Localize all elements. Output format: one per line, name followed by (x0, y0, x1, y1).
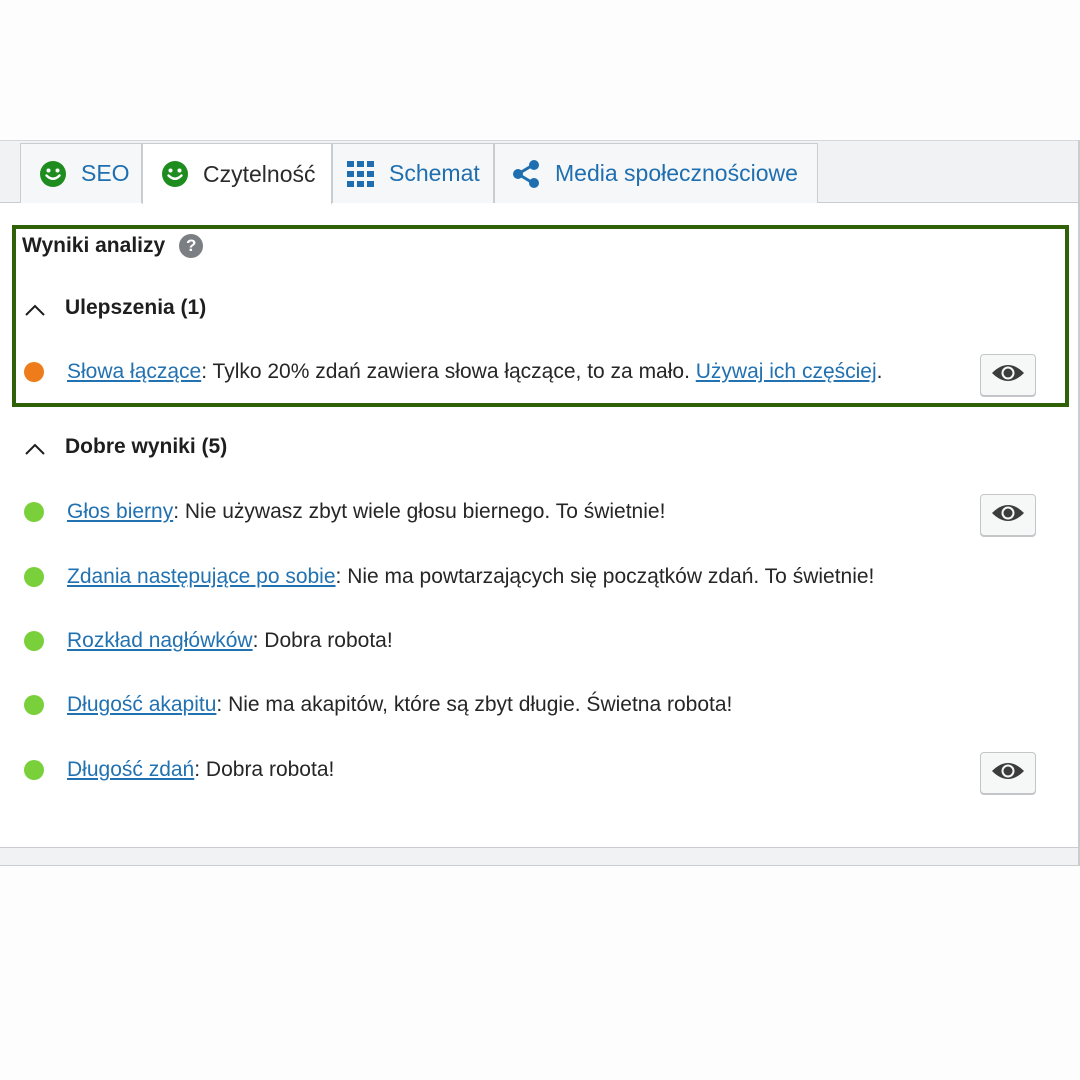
list-item: Głos bierny: Nie używasz zbyt wiele głos… (24, 492, 1044, 532)
result-description: : Dobra robota! (252, 629, 393, 652)
tab-label: SEO (81, 160, 130, 186)
chevron-up-icon (24, 439, 46, 455)
item-text: Głos bierny: Nie używasz zbyt wiele głos… (67, 500, 665, 524)
item-text: Długość zdań: Dobra robota! (67, 758, 334, 782)
result-description: : Nie ma powtarzających się początków zd… (335, 565, 875, 588)
result-description: : Nie używasz zbyt wiele głosu biernego.… (173, 500, 666, 523)
good-results-heading: Dobre wyniki (5) (65, 435, 228, 458)
tab-label: Media społecznościowe (555, 160, 798, 186)
list-item: Zdania następujące po sobie: Nie ma powt… (24, 557, 1044, 597)
eye-button[interactable] (980, 354, 1036, 396)
good-results-toggle[interactable]: Dobre wyniki (5) (24, 435, 227, 459)
tab-readability[interactable]: Czytelność (142, 143, 332, 204)
list-item: Słowa łączące: Tylko 20% zdań zawiera sł… (24, 352, 1044, 392)
item-text: Rozkład nagłówków: Dobra robota! (67, 629, 393, 653)
status-dot-green (24, 502, 44, 522)
eye-icon (991, 502, 1025, 529)
status-dot-green (24, 760, 44, 780)
result-description: : Tylko 20% zdań zawiera słowa łączące, … (201, 360, 696, 383)
status-dot-green (24, 695, 44, 715)
status-dot-green (24, 567, 44, 587)
result-link[interactable]: Słowa łączące (67, 360, 201, 383)
share-icon (511, 159, 541, 189)
result-link[interactable]: Rozkład nagłówków (67, 629, 253, 652)
result-link[interactable]: Długość akapitu (67, 693, 216, 716)
help-icon[interactable]: ? (179, 234, 204, 258)
improvements-toggle[interactable]: Ulepszenia (1) (24, 296, 206, 320)
tab-seo[interactable]: SEO (20, 143, 142, 203)
smiley-green-icon (39, 160, 67, 188)
result-link[interactable]: Długość zdań (67, 758, 194, 781)
improvements-heading: Ulepszenia (1) (65, 296, 207, 319)
item-text: Zdania następujące po sobie: Nie ma powt… (67, 565, 874, 589)
status-dot-green (24, 631, 44, 651)
eye-button[interactable] (980, 494, 1036, 536)
tab-label: Czytelność (203, 160, 316, 187)
result-link[interactable]: Zdania następujące po sobie (67, 565, 336, 588)
result-link[interactable]: Używaj ich częściej (696, 360, 877, 383)
result-link[interactable]: Głos bierny (67, 500, 173, 523)
item-text: Długość akapitu: Nie ma akapitów, które … (67, 693, 732, 717)
eye-icon (991, 362, 1025, 389)
panel-footer (0, 847, 1078, 865)
eye-icon (991, 760, 1025, 787)
analysis-title: Wyniki analizy ? (22, 234, 204, 258)
list-item: Długość zdań: Dobra robota! (24, 750, 1044, 790)
analysis-title-text: Wyniki analizy (22, 234, 166, 257)
status-dot-orange (24, 362, 44, 382)
result-suffix: . (876, 360, 883, 383)
tab-schema[interactable]: Schemat (332, 143, 494, 203)
tab-label: Schemat (389, 160, 480, 186)
result-description: : Nie ma akapitów, które są zbyt długie.… (216, 693, 733, 716)
grid-icon (347, 160, 375, 187)
chevron-up-icon (24, 300, 46, 316)
list-item: Rozkład nagłówków: Dobra robota! (24, 621, 1044, 661)
list-item: Długość akapitu: Nie ma akapitów, które … (24, 685, 1044, 725)
tab-bar: SEO Czytelność Schemat Media społecznośc… (0, 141, 1078, 204)
result-description: : Dobra robota! (194, 758, 335, 781)
smiley-green-icon (161, 160, 189, 188)
tab-social[interactable]: Media społecznościowe (494, 143, 818, 203)
eye-button[interactable] (980, 752, 1036, 794)
item-text: Słowa łączące: Tylko 20% zdań zawiera sł… (67, 360, 882, 384)
